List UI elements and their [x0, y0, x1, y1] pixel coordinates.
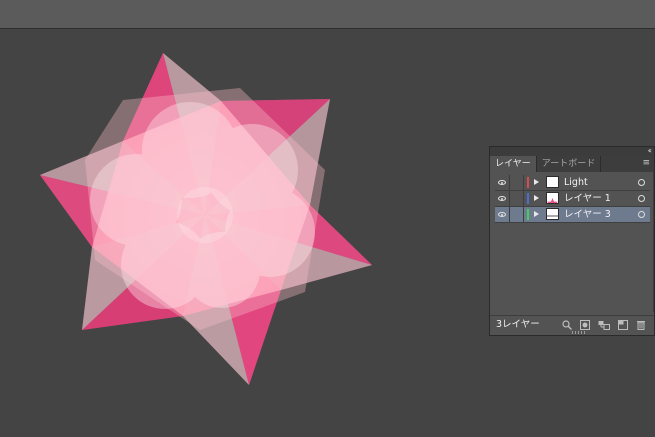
visibility-toggle[interactable]: [495, 191, 510, 206]
disclosure-triangle-icon[interactable]: [534, 211, 539, 217]
target-circle-icon[interactable]: [638, 195, 645, 202]
star-highlight: [177, 187, 233, 243]
layer-color-swatch: [527, 193, 529, 204]
layer-thumbnail: [546, 208, 559, 220]
tab-layers[interactable]: レイヤー: [490, 156, 537, 172]
panel-tabbar: レイヤー アートボード ≡: [490, 156, 654, 172]
layer-color-swatch: [527, 209, 529, 220]
layer-name: レイヤー 3: [564, 209, 611, 220]
lock-toggle[interactable]: [510, 175, 524, 190]
layers-panel: ‹‹ レイヤー アートボード ≡ Light レイヤー 1 レイヤー 3 3レイ…: [489, 146, 655, 336]
eye-icon: [498, 212, 506, 217]
collapse-panel-icon[interactable]: ‹‹: [648, 146, 653, 156]
layer-row-layer1[interactable]: レイヤー 1: [495, 191, 650, 207]
trash-icon[interactable]: [636, 320, 646, 330]
star-thumbnail-icon: [547, 198, 558, 203]
new-sublayer-icon[interactable]: [598, 320, 610, 330]
layer-count: 3レイヤー: [496, 319, 540, 330]
locate-object-icon[interactable]: [562, 320, 572, 330]
visibility-toggle[interactable]: [495, 207, 510, 222]
layer-color-swatch: [527, 177, 529, 188]
target-circle-icon[interactable]: [638, 211, 645, 218]
panel-menu-icon[interactable]: ≡: [642, 158, 650, 168]
eye-icon: [498, 180, 506, 185]
make-clipping-mask-icon[interactable]: [580, 320, 590, 330]
layer-thumbnail: [546, 192, 559, 204]
lines-thumbnail-icon: [547, 214, 558, 219]
disclosure-triangle-icon[interactable]: [534, 179, 539, 185]
layer-name: レイヤー 1: [564, 193, 611, 204]
new-layer-icon[interactable]: [618, 320, 628, 330]
layer-row-layer3[interactable]: レイヤー 3: [495, 207, 650, 223]
panel-resize-grip[interactable]: [572, 331, 586, 334]
panel-scrollbar[interactable]: [653, 172, 654, 312]
visibility-toggle[interactable]: [495, 175, 510, 190]
eye-icon: [498, 196, 506, 201]
layer-list: Light レイヤー 1 レイヤー 3: [495, 175, 650, 223]
tab-artboards[interactable]: アートボード: [537, 156, 602, 172]
lock-toggle[interactable]: [510, 207, 524, 222]
layer-name: Light: [564, 177, 588, 188]
panel-drag-bar[interactable]: ‹‹: [490, 146, 654, 156]
target-circle-icon[interactable]: [638, 179, 645, 186]
lock-toggle[interactable]: [510, 191, 524, 206]
disclosure-triangle-icon[interactable]: [534, 195, 539, 201]
layer-thumbnail: [546, 176, 559, 188]
layer-row-light[interactable]: Light: [495, 175, 650, 191]
